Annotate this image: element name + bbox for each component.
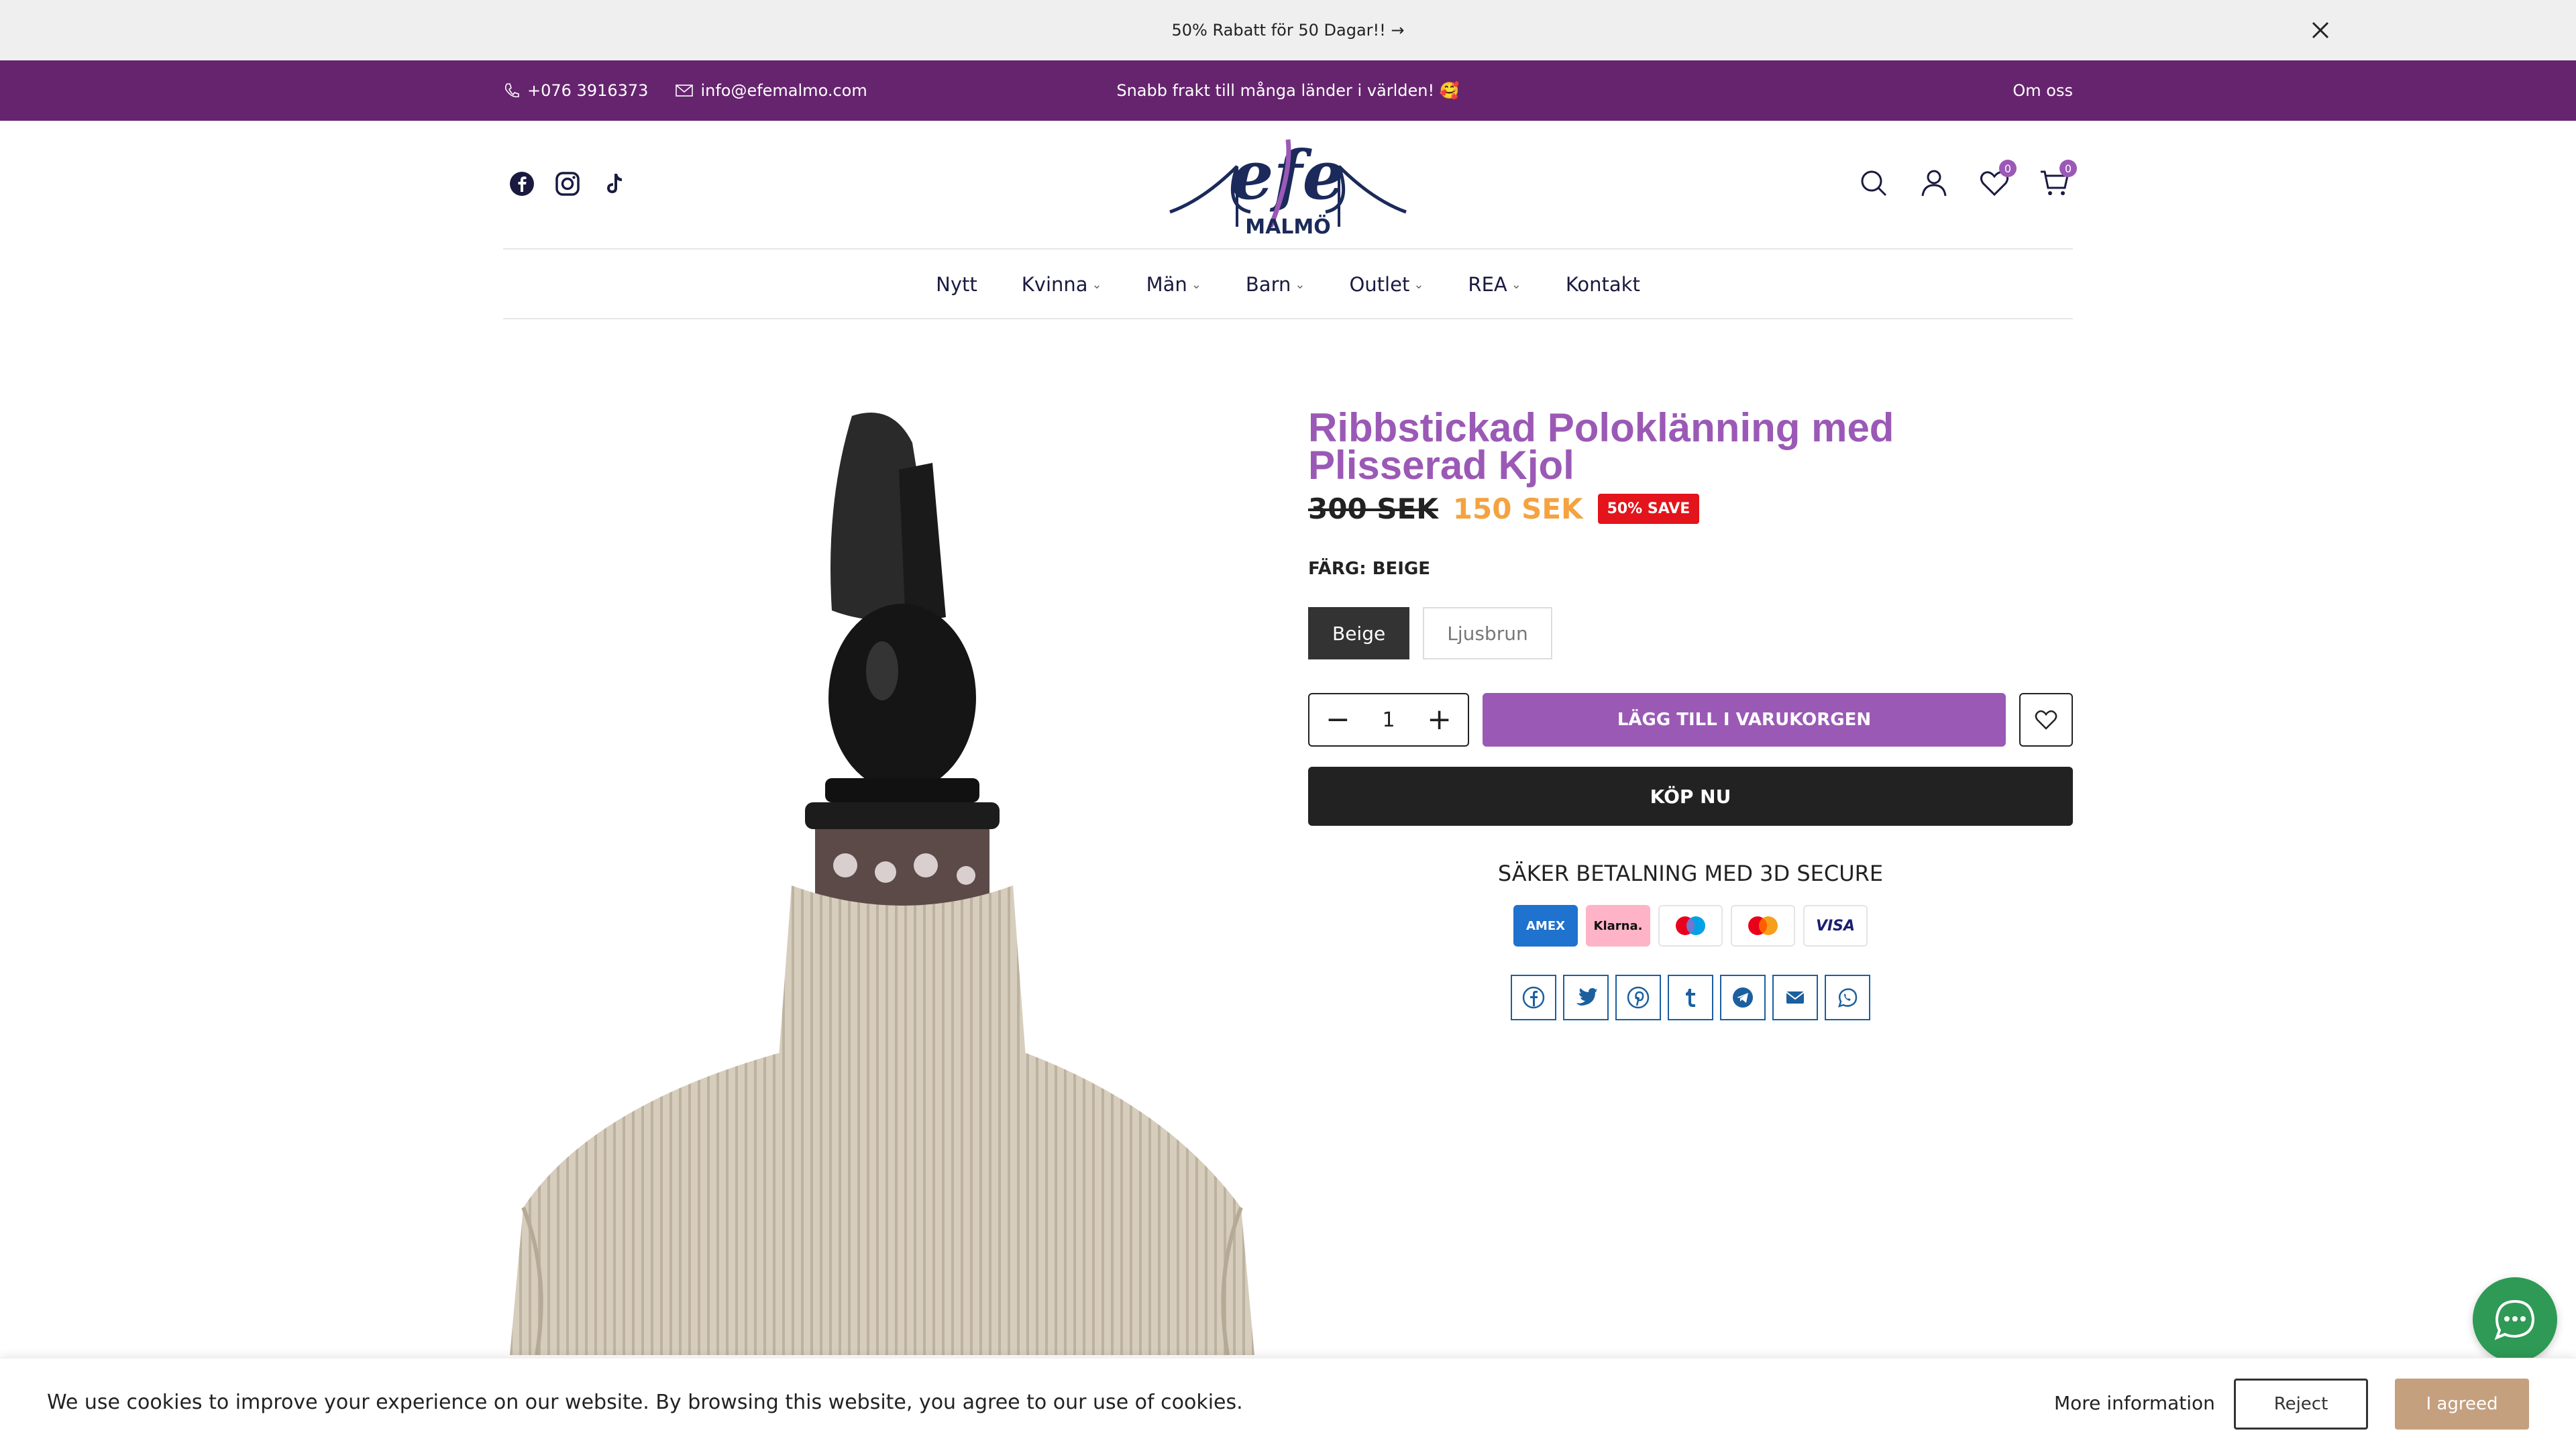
share-twitter-button[interactable] bbox=[1563, 975, 1609, 1020]
product-image[interactable] bbox=[510, 402, 1254, 1355]
pinterest-icon bbox=[1627, 986, 1650, 1009]
logo-subtitle: MALMÖ bbox=[1245, 214, 1331, 239]
chevron-down-icon: ⌄ bbox=[1295, 277, 1305, 292]
facebook-icon[interactable] bbox=[508, 170, 535, 197]
visa-logo: VISA bbox=[1803, 905, 1868, 947]
payment-label: Klarna. bbox=[1593, 918, 1643, 933]
account-icon[interactable] bbox=[1916, 165, 1952, 201]
about-link[interactable]: Om oss bbox=[2012, 81, 2073, 100]
add-to-cart-button[interactable]: LÄGG TILL I VARUKORGEN bbox=[1483, 693, 2006, 747]
purchase-row: − 1 + LÄGG TILL I VARUKORGEN bbox=[1308, 693, 2073, 747]
nav-item-man[interactable]: Män ⌄ bbox=[1146, 273, 1201, 296]
color-label: FÄRG: BEIGE bbox=[1308, 559, 1431, 579]
cart-count-badge: 0 bbox=[2059, 160, 2077, 177]
chat-button[interactable] bbox=[2473, 1277, 2557, 1362]
klarna-logo: Klarna. bbox=[1586, 905, 1650, 947]
swatch-beige[interactable]: Beige bbox=[1308, 607, 1410, 659]
product-title: Ribbstickad Poloklänning med Plisserad K… bbox=[1308, 405, 1894, 488]
chevron-down-icon: ⌄ bbox=[1091, 277, 1102, 292]
nav-item-label: Outlet bbox=[1349, 273, 1410, 296]
tumblr-icon bbox=[1686, 989, 1695, 1007]
cookie-message: We use cookies to improve your experienc… bbox=[47, 1391, 1243, 1414]
swatch-ljusbrun[interactable]: Ljusbrun bbox=[1423, 607, 1552, 659]
social-links bbox=[508, 170, 627, 197]
nav-item-label: REA bbox=[1468, 273, 1507, 296]
quantity-value[interactable]: 1 bbox=[1382, 708, 1395, 732]
facebook-icon bbox=[1522, 986, 1545, 1009]
instagram-icon[interactable] bbox=[554, 170, 581, 197]
chevron-down-icon: ⌄ bbox=[1413, 277, 1424, 292]
nav-item-label: Män bbox=[1146, 273, 1187, 296]
share-email-button[interactable] bbox=[1772, 975, 1818, 1020]
mastercard-icon bbox=[1748, 916, 1778, 935]
mastercard-logo bbox=[1731, 905, 1795, 947]
site-header: efe MALMÖ 0 0 bbox=[503, 121, 2077, 250]
nav-item-barn[interactable]: Barn ⌄ bbox=[1246, 273, 1305, 296]
shipping-message: Snabb frakt till många länder i världen!… bbox=[1116, 81, 1460, 100]
close-icon[interactable] bbox=[2306, 16, 2334, 44]
heart-icon bbox=[2035, 710, 2057, 730]
telegram-icon bbox=[1733, 987, 1753, 1008]
increase-button[interactable]: + bbox=[1427, 705, 1452, 735]
payment-label: VISA bbox=[1815, 917, 1856, 934]
cookie-banner: We use cookies to improve your experienc… bbox=[0, 1358, 2576, 1449]
secure-payment-text: SÄKER BETALNING MED 3D SECURE bbox=[1497, 861, 1884, 886]
price-row: 300 SEK 150 SEK 50% SAVE bbox=[1308, 492, 2073, 525]
whatsapp-icon bbox=[1838, 988, 1858, 1008]
share-facebook-button[interactable] bbox=[1511, 975, 1556, 1020]
chevron-down-icon: ⌄ bbox=[1511, 277, 1521, 292]
chat-icon bbox=[2494, 1299, 2535, 1340]
share-pinterest-button[interactable] bbox=[1615, 975, 1661, 1020]
nav-item-nytt[interactable]: Nytt bbox=[936, 273, 977, 296]
efe-malmo-logo[interactable]: efe MALMÖ bbox=[1163, 126, 1413, 241]
nav-item-kvinna[interactable]: Kvinna ⌄ bbox=[1022, 273, 1102, 296]
twitter-icon bbox=[1576, 988, 1597, 1006]
nav-item-rea[interactable]: REA ⌄ bbox=[1468, 273, 1521, 296]
chevron-down-icon: ⌄ bbox=[1191, 277, 1201, 292]
add-to-wishlist-button[interactable] bbox=[2019, 693, 2073, 747]
decrease-button[interactable]: − bbox=[1326, 705, 1350, 735]
nav-item-label: Barn bbox=[1245, 273, 1291, 296]
main-navigation: Nytt Kvinna ⌄ Män ⌄ Barn ⌄ Outlet ⌄ REA ⌄ Kon… bbox=[503, 251, 2073, 319]
nav-item-kontakt[interactable]: Kontakt bbox=[1566, 273, 1640, 296]
announcement-bar[interactable]: 50% Rabatt för 50 Dagar!! → bbox=[0, 0, 2576, 60]
original-price: 300 SEK bbox=[1308, 492, 1438, 525]
search-icon[interactable] bbox=[1856, 165, 1892, 201]
product-info: Ribbstickad Poloklänning med Plisserad K… bbox=[1308, 405, 2073, 1020]
quantity-stepper[interactable]: − 1 + bbox=[1308, 693, 1469, 747]
share-whatsapp-button[interactable] bbox=[1825, 975, 1870, 1020]
announcement-text[interactable]: 50% Rabatt för 50 Dagar!! → bbox=[1172, 21, 1405, 40]
buy-now-button[interactable]: KÖP NU bbox=[1308, 767, 2073, 826]
reject-button[interactable]: Reject bbox=[2234, 1379, 2368, 1430]
tiktok-icon[interactable] bbox=[600, 170, 627, 197]
agree-button[interactable]: I agreed bbox=[2395, 1379, 2529, 1430]
more-information-link[interactable]: More information bbox=[2054, 1392, 2215, 1414]
share-buttons bbox=[1308, 975, 2073, 1020]
sale-price: 150 SEK bbox=[1452, 492, 1583, 525]
maestro-logo bbox=[1658, 905, 1723, 947]
wishlist-button[interactable]: 0 bbox=[1976, 160, 2017, 201]
nav-item-label: Kvinna bbox=[1021, 273, 1088, 296]
maestro-icon bbox=[1676, 916, 1705, 935]
share-tumblr-button[interactable] bbox=[1668, 975, 1713, 1020]
payment-label: AMEX bbox=[1525, 918, 1566, 933]
color-swatches: Beige Ljusbrun bbox=[1308, 607, 2073, 659]
nav-item-outlet[interactable]: Outlet ⌄ bbox=[1349, 273, 1424, 296]
header-icons: 0 0 bbox=[1856, 160, 2077, 201]
top-bar: +076 3916373 info@efemalmo.com Snabb fra… bbox=[0, 60, 2576, 121]
nav-item-label: Nytt bbox=[936, 273, 977, 296]
email-icon bbox=[1786, 991, 1805, 1004]
save-badge: 50% SAVE bbox=[1597, 494, 1700, 524]
nav-item-label: Kontakt bbox=[1565, 273, 1640, 296]
amex-logo: AMEX bbox=[1513, 905, 1578, 947]
payment-methods: AMEX Klarna. VISA bbox=[1308, 905, 2073, 947]
share-telegram-button[interactable] bbox=[1720, 975, 1766, 1020]
wishlist-count-badge: 0 bbox=[1999, 160, 2017, 177]
cart-button[interactable]: 0 bbox=[2037, 160, 2077, 201]
